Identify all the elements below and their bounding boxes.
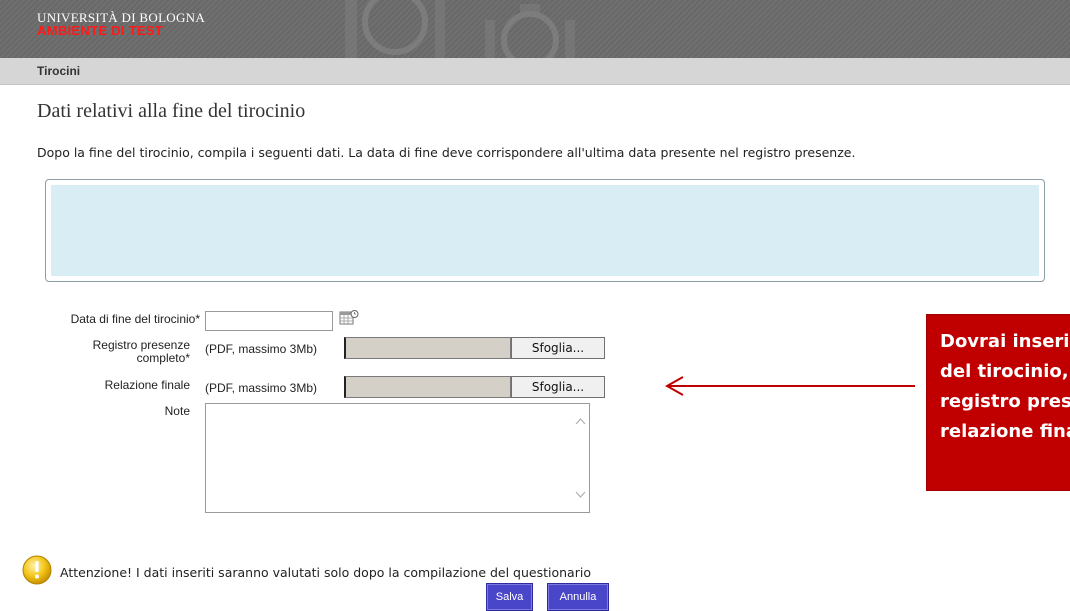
cancel-button[interactable]: Annulla — [547, 583, 609, 611]
header-banner: UNIVERSITÀ DI BOLOGNA AMBIENTE DI TEST — [0, 0, 1070, 58]
instruction-callout: Dovrai inserire la data di fine del tiro… — [927, 315, 1070, 490]
breadcrumb-bar: Tirocini — [0, 58, 1070, 85]
warning-text: Attenzione! I dati inseriti saranno valu… — [60, 565, 591, 580]
calendar-icon[interactable] — [339, 309, 359, 327]
notes-label: Note — [164, 404, 190, 418]
intro-text: Dopo la fine del tirocinio, compila i se… — [37, 145, 856, 160]
notes-scrollbar[interactable] — [572, 404, 589, 512]
end-date-input[interactable] — [205, 311, 333, 331]
report-browse-button[interactable]: Sfoglia... — [511, 376, 605, 398]
report-hint: (PDF, massimo 3Mb) — [205, 381, 318, 395]
notes-textarea[interactable] — [205, 403, 590, 513]
save-button[interactable]: Salva — [486, 583, 533, 611]
end-date-label: Data di fine del tirocinio* — [70, 312, 200, 326]
arrow-left-icon — [665, 376, 915, 396]
register-label: Registro presenze completo* — [0, 339, 190, 365]
report-file-field[interactable] — [344, 376, 511, 398]
info-box-content — [51, 185, 1039, 276]
info-box — [45, 179, 1045, 282]
page-title: Dati relativi alla fine del tirocinio — [37, 100, 306, 122]
environment-label: AMBIENTE DI TEST — [37, 23, 164, 38]
register-file-field[interactable] — [344, 337, 511, 359]
scroll-down-icon[interactable] — [575, 489, 586, 500]
register-browse-button[interactable]: Sfoglia... — [511, 337, 605, 359]
breadcrumb[interactable]: Tirocini — [37, 64, 80, 78]
report-label: Relazione finale — [104, 378, 190, 392]
gears-decoration-icon — [345, 0, 575, 58]
warning-icon — [22, 555, 52, 585]
register-label-line2: completo* — [136, 351, 190, 365]
register-hint: (PDF, massimo 3Mb) — [205, 342, 318, 356]
scroll-up-icon[interactable] — [575, 416, 586, 427]
